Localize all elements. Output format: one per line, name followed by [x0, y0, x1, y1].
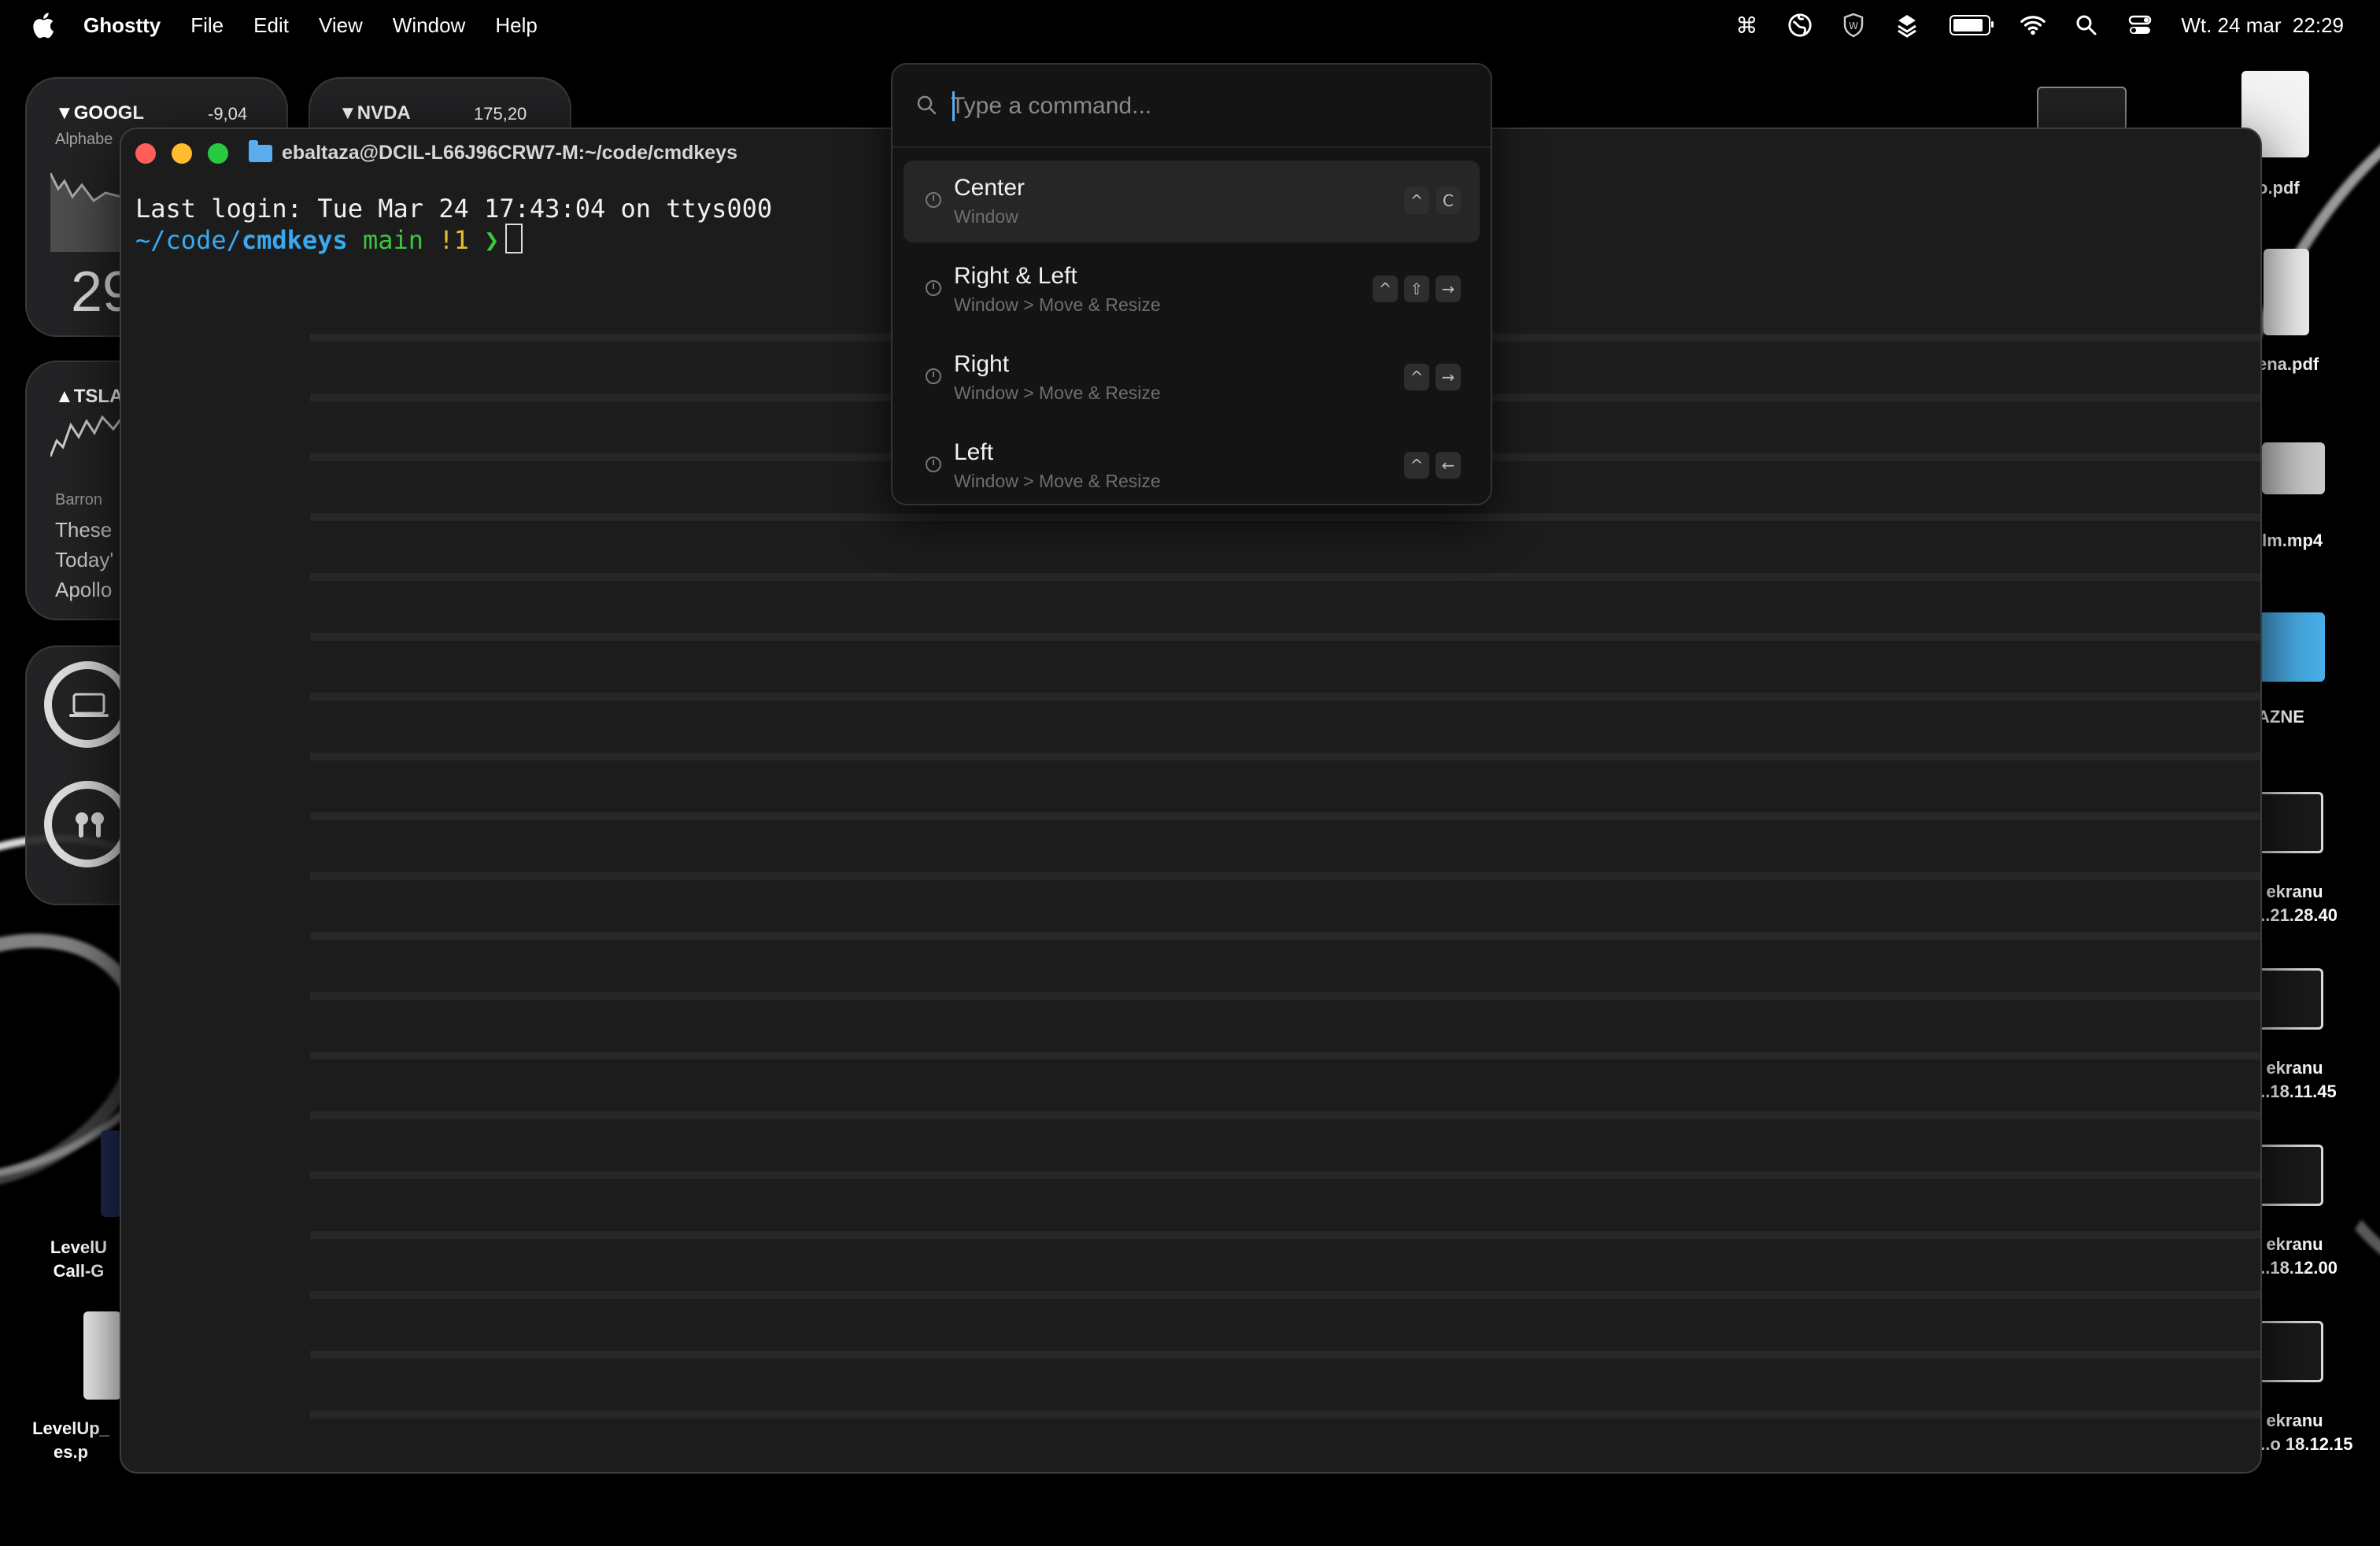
battery-icon[interactable] — [1948, 13, 1994, 38]
control-key: ^ — [1404, 452, 1429, 479]
shortcut-keys: ^ C — [1404, 187, 1461, 214]
arrow-right-key: → — [1436, 364, 1461, 390]
close-window-button[interactable] — [135, 143, 156, 164]
command-subtitle: Window — [954, 206, 1018, 227]
desktop-file-thumbnail[interactable] — [101, 1130, 121, 1217]
folder-icon — [249, 139, 272, 162]
screenshot-thumbnail[interactable] — [2257, 968, 2323, 1030]
command-palette[interactable]: Center Window ^ C Right & Left Window > … — [891, 63, 1492, 505]
window-title: ebaltaza@DCIL-L66J96CRW7-M:~/code/cmdkey… — [249, 139, 737, 165]
command-search-input[interactable] — [949, 87, 1456, 126]
command-item-left[interactable]: Left Window > Move & Resize ^ ← — [904, 425, 1480, 504]
shortcut-keys: ^ ← — [1404, 452, 1461, 479]
news-line: Apollo — [55, 578, 113, 601]
clock-icon — [926, 368, 941, 384]
prompt-git-branch: main — [362, 225, 424, 255]
news-source: Barron — [55, 491, 103, 509]
command-subtitle: Window > Move & Resize — [954, 471, 1161, 491]
prompt-arrow: ❯ — [484, 225, 500, 255]
desktop-file-thumbnail[interactable] — [2264, 249, 2309, 335]
menu-file[interactable]: File — [190, 13, 224, 38]
news-line: These — [55, 518, 113, 542]
stock-ticker: ▼GOOGL — [55, 102, 145, 124]
menu-help[interactable]: Help — [495, 13, 537, 38]
command-title: Center — [954, 175, 1026, 201]
search-icon — [917, 95, 937, 115]
command-list: Center Window ^ C Right & Left Window > … — [893, 148, 1491, 504]
screenshot-thumbnail[interactable] — [2257, 792, 2323, 853]
control-key: ^ — [1373, 276, 1398, 302]
command-icon[interactable]: ⌘ — [1734, 13, 1759, 38]
desktop-file-label[interactable]: ena.pdf — [2257, 353, 2319, 376]
folder-icon[interactable] — [2257, 612, 2325, 682]
command-item-right[interactable]: Right Window > Move & Resize ^ → — [904, 337, 1480, 419]
desktop-file-label[interactable]: t ekranu ...18.12.00 — [2256, 1233, 2338, 1280]
svg-text:W: W — [1849, 20, 1858, 31]
control-key: ^ — [1404, 364, 1429, 390]
desktop-file-thumbnail[interactable] — [2037, 87, 2127, 131]
letter-key: C — [1436, 187, 1461, 214]
stock-company: Alphabe — [55, 131, 113, 148]
stock-change: 175,20 — [474, 104, 527, 124]
layers-icon[interactable] — [1894, 13, 1920, 38]
arrow-left-key: ← — [1436, 452, 1461, 479]
command-title: Right — [954, 351, 1010, 377]
apple-logo-icon[interactable] — [31, 12, 55, 39]
app-menu-ghostty[interactable]: Ghostty — [83, 13, 161, 38]
menu-bar: Ghostty File Edit View Window Help ⌘ W W… — [0, 0, 2380, 50]
text-caret — [952, 91, 955, 121]
news-snippet: Barron These Today' Apollo — [55, 485, 113, 605]
laptop-icon — [69, 693, 109, 717]
command-item-center[interactable]: Center Window ^ C — [904, 161, 1480, 242]
shift-key: ⇧ — [1404, 276, 1429, 302]
desktop-file-thumbnail[interactable] — [83, 1311, 121, 1400]
menu-view[interactable]: View — [319, 13, 363, 38]
screenshot-thumbnail[interactable] — [2257, 1321, 2323, 1382]
command-title: Left — [954, 439, 994, 465]
command-search-row — [893, 65, 1491, 148]
stock-ticker: ▼NVDA — [338, 102, 411, 124]
news-line: Today' — [55, 548, 114, 571]
desktop-video-thumbnail[interactable] — [2262, 442, 2325, 494]
command-title: Right & Left — [954, 263, 1077, 289]
zoom-window-button[interactable] — [208, 143, 228, 164]
desktop-file-label[interactable]: LevelU Call-G — [31, 1236, 126, 1283]
desktop-file-label[interactable]: t ekranu ...o 18.12.15 — [2256, 1409, 2353, 1456]
clock-icon — [926, 280, 941, 296]
screenshot-thumbnail[interactable] — [2257, 1145, 2323, 1206]
command-item-right-and-left[interactable]: Right & Left Window > Move & Resize ^ ⇧ … — [904, 249, 1480, 331]
clock-icon — [926, 457, 941, 472]
prompt-git-status: !1 — [438, 225, 469, 255]
wifi-icon[interactable] — [2020, 13, 2046, 38]
command-subtitle: Window > Move & Resize — [954, 383, 1161, 403]
menu-edit[interactable]: Edit — [253, 13, 289, 38]
prompt-directory: ~/code/cmdkeys — [135, 225, 348, 255]
command-subtitle: Window > Move & Resize — [954, 294, 1161, 315]
clock-icon — [926, 192, 941, 208]
stock-change: -9,04 — [208, 104, 248, 124]
arrow-right-key: → — [1436, 276, 1461, 302]
minimize-window-button[interactable] — [172, 143, 192, 164]
desktop-folder-label[interactable]: AZNE — [2257, 705, 2304, 729]
menu-window[interactable]: Window — [393, 13, 465, 38]
desktop-file-label[interactable]: o.pdf — [2257, 176, 2300, 200]
shield-icon[interactable]: W — [1841, 13, 1866, 38]
airpods-icon — [76, 812, 104, 838]
desktop-file-label[interactable]: ilm.mp4 — [2257, 529, 2323, 553]
shortcut-keys: ^ ⇧ → — [1373, 276, 1461, 302]
menu-bar-clock[interactable]: Wt. 24 mar 22:29 — [2181, 13, 2344, 38]
control-center-icon[interactable] — [2127, 13, 2153, 38]
terminal-cursor — [505, 224, 523, 253]
control-key: ^ — [1404, 187, 1429, 214]
desktop-file-label[interactable]: t ekranu ...21.28.40 — [2256, 880, 2338, 927]
globe-app-icon[interactable] — [1787, 13, 1813, 38]
desktop-file-label[interactable]: LevelUp_ es.p — [16, 1417, 126, 1464]
stock-ticker: ▲TSLA — [55, 386, 124, 407]
desktop-file-label[interactable]: t ekranu ...18.11.45 — [2256, 1056, 2337, 1104]
shortcut-keys: ^ → — [1404, 364, 1461, 390]
spotlight-search-icon[interactable] — [2074, 13, 2099, 38]
menu-bar-extras: ⌘ W Wt. 24 mar 22:29 — [1734, 0, 2344, 50]
